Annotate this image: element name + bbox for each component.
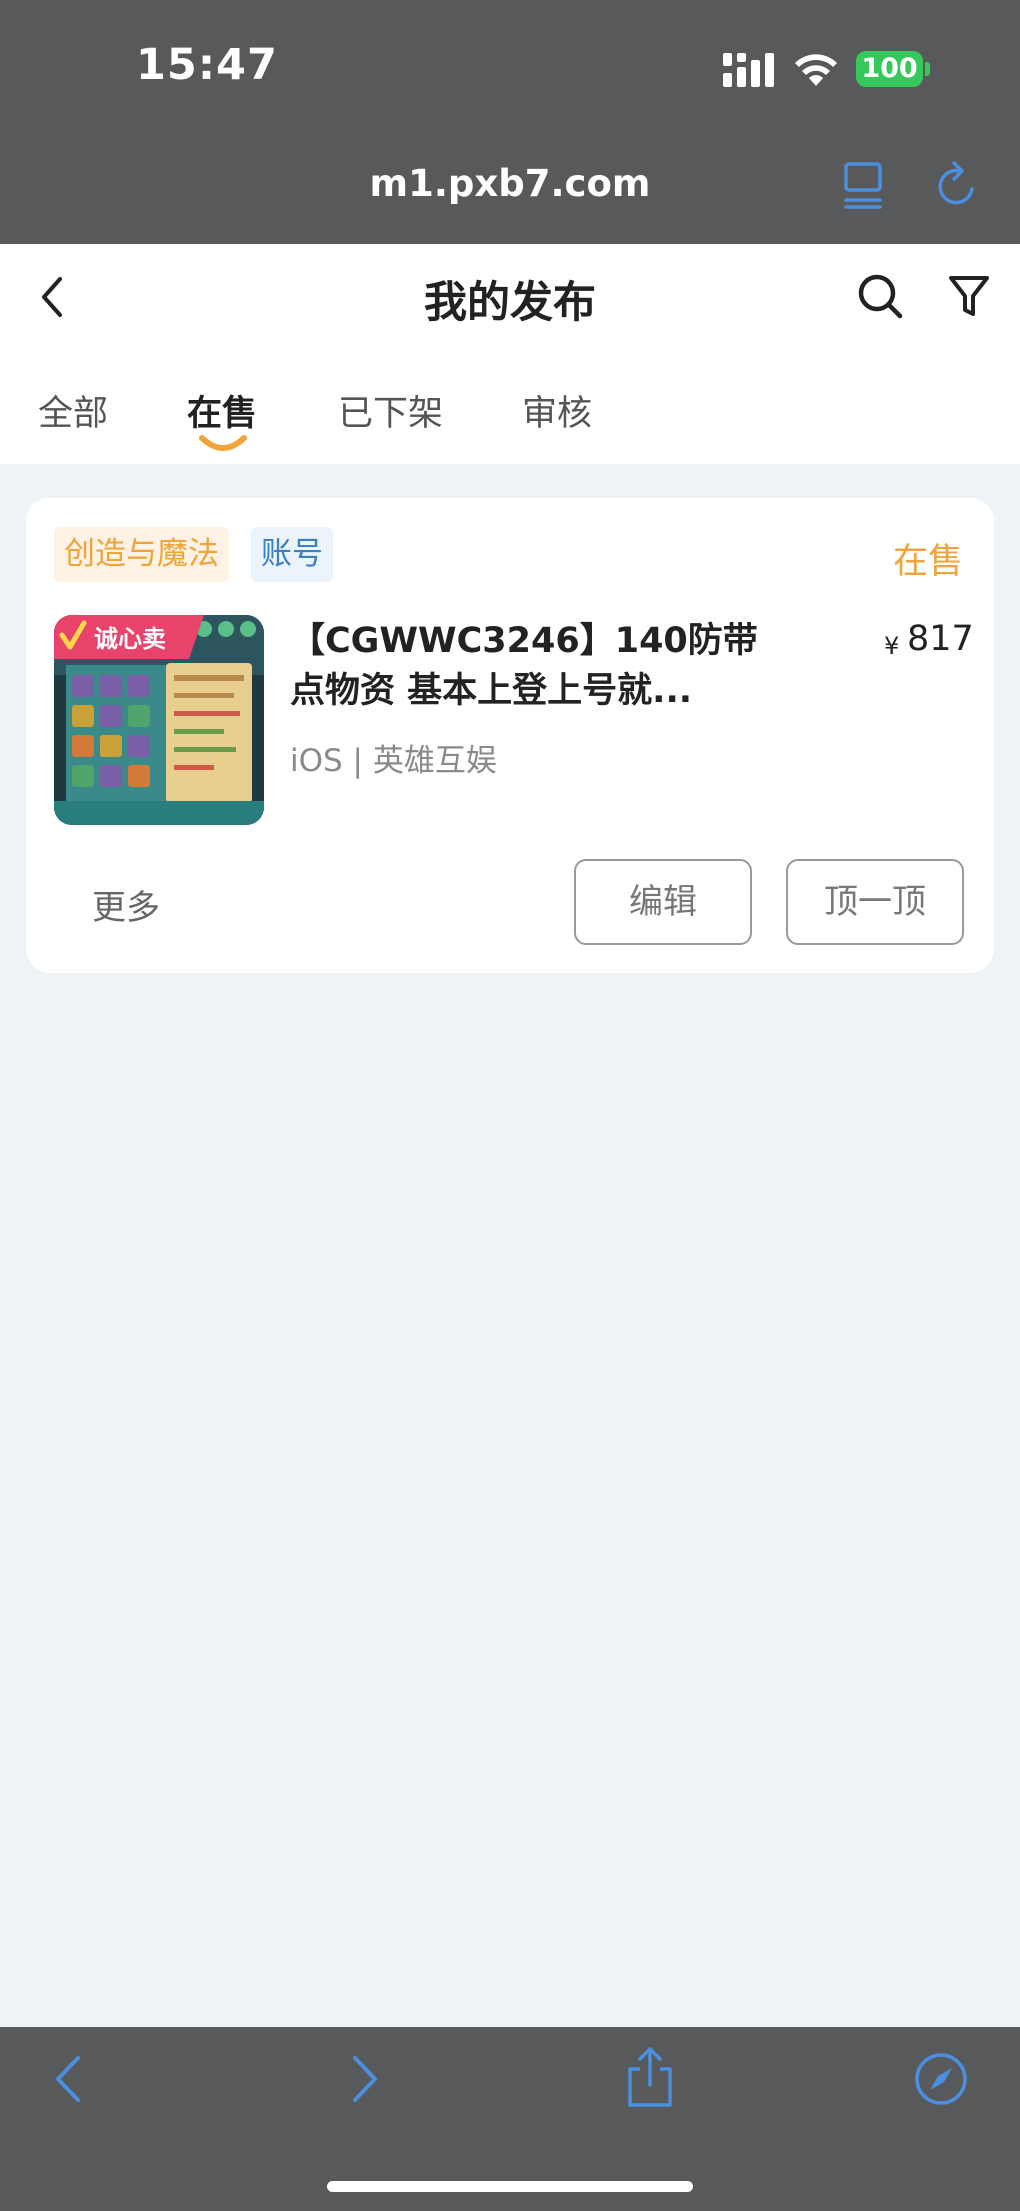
tab-review[interactable]: 审核 [522,385,592,436]
game-screenshot-image: 诚心卖 [54,615,264,825]
search-icon[interactable] [856,272,904,320]
tab-all[interactable]: 全部 [38,385,108,436]
signal-icon [723,53,774,87]
wifi-icon [795,54,837,86]
share-icon[interactable] [624,2045,676,2109]
status-time: 15:47 [136,40,278,90]
product-title[interactable]: 【CGWWC3246】140防带点物资 基本上登上号就... [290,616,770,716]
battery-indicator: 100 [856,51,930,87]
reader-icon[interactable] [842,160,888,210]
battery-tip [925,62,930,76]
home-indicator [327,2181,693,2192]
compass-icon[interactable] [914,2052,968,2106]
tab-onsale[interactable]: 在售 [187,385,257,436]
active-tab-indicator [199,435,247,451]
thumb-badge-text: 诚心卖 [94,625,166,653]
game-tag: 创造与魔法 [54,527,229,582]
tab-offshelf[interactable]: 已下架 [338,385,443,436]
product-meta: iOS | 英雄互娱 [290,743,497,779]
bump-button[interactable]: 顶一顶 [786,859,964,945]
more-button[interactable]: 更多 [92,880,160,929]
listing-thumbnail[interactable]: 诚心卖 [54,615,264,825]
price-value: 817 [907,619,974,659]
reload-icon[interactable] [934,159,980,209]
edit-button[interactable]: 编辑 [574,859,752,945]
browser-back-icon[interactable] [52,2054,84,2104]
filter-icon[interactable] [947,272,991,320]
price-currency: ¥ [884,632,900,660]
browser-forward-icon[interactable] [349,2054,381,2104]
type-tag: 账号 [251,527,333,582]
status-badge: 在售 [893,542,964,582]
battery-level: 100 [856,51,923,87]
